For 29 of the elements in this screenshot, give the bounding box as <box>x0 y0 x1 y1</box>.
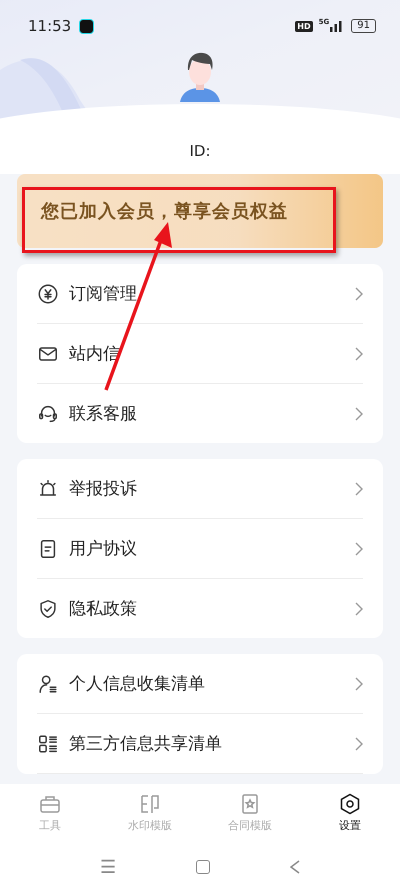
yuan-icon <box>37 282 59 304</box>
person-list-icon <box>37 672 59 694</box>
back-key-icon[interactable] <box>290 860 300 874</box>
chevron-icon <box>355 676 363 690</box>
menu-item[interactable]: 第三方信息共享清单 <box>69 732 345 755</box>
menu-item[interactable]: 隐私政策 <box>69 597 345 620</box>
menu-item[interactable]: 联系客服 <box>69 402 345 425</box>
menu-item[interactable]: 个人信息收集清单 <box>69 672 345 695</box>
menu-item[interactable]: 用户协议 <box>69 537 345 560</box>
chevron-icon <box>355 542 363 556</box>
hd-badge: HD <box>295 20 313 32</box>
chevron-icon <box>355 602 363 616</box>
hexagon-settings-icon <box>338 792 362 816</box>
battery-level: 91 <box>351 19 376 33</box>
user-id-label: ID: <box>188 142 212 160</box>
menu-key[interactable]: ☰ <box>100 856 116 878</box>
chevron-icon <box>355 286 363 300</box>
status-time: 11:53 <box>28 17 72 35</box>
chevron-icon <box>355 736 363 750</box>
grid-list-icon <box>37 732 59 754</box>
chevron-icon <box>355 482 363 496</box>
chevron-icon <box>355 346 363 360</box>
menu-item[interactable]: 举报投诉 <box>69 477 345 500</box>
chevron-icon <box>355 406 363 420</box>
app-notification-icon <box>79 18 94 34</box>
menu-item[interactable]: 订阅管理 <box>69 282 345 305</box>
member-banner[interactable]: 您已加入会员，尊享会员权益 <box>17 174 383 248</box>
tab[interactable]: 设置 <box>300 784 400 840</box>
home-key-icon[interactable] <box>196 860 210 874</box>
